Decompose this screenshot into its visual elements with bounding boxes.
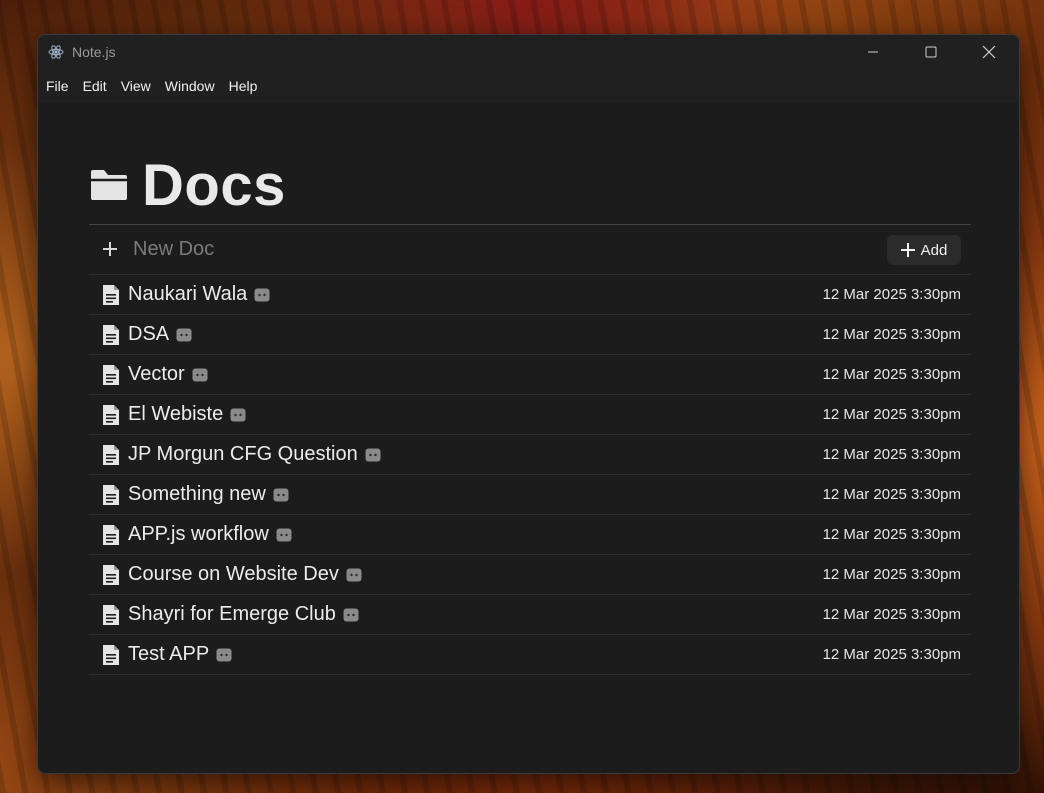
doc-name: Shayri for Emerge Club	[128, 603, 359, 626]
doc-name: Something new	[128, 483, 289, 506]
minimize-button[interactable]	[844, 35, 902, 69]
electron-app-icon	[48, 45, 64, 59]
doc-name: Course on Website Dev	[128, 563, 362, 586]
doc-name: El Webiste	[128, 403, 246, 426]
doc-name: APP.js workflow	[128, 523, 292, 546]
maximize-icon	[925, 46, 937, 58]
chat-bubble-icon[interactable]	[273, 488, 289, 502]
doc-row[interactable]: DSA 12 Mar 2025 3:30pm	[89, 315, 971, 355]
app-window: Note.js File Edit View Window Help Docs	[37, 34, 1020, 774]
chat-bubble-icon[interactable]	[230, 408, 246, 422]
doc-row[interactable]: Something new 12 Mar 2025 3:30pm	[89, 475, 971, 515]
menu-window[interactable]: Window	[158, 69, 222, 103]
document-icon	[103, 645, 119, 665]
doc-row[interactable]: APP.js workflow 12 Mar 2025 3:30pm	[89, 515, 971, 555]
document-icon	[103, 325, 119, 345]
doc-title: Shayri for Emerge Club	[128, 603, 336, 625]
doc-row[interactable]: Shayri for Emerge Club 12 Mar 2025 3:30p…	[89, 595, 971, 635]
doc-row[interactable]: Naukari Wala 12 Mar 2025 3:30pm	[89, 275, 971, 315]
doc-title: Course on Website Dev	[128, 563, 339, 585]
new-doc-row: Add	[89, 225, 971, 275]
add-button[interactable]: Add	[887, 235, 961, 265]
document-icon	[103, 485, 119, 505]
add-button-label: Add	[920, 241, 948, 259]
doc-title: El Webiste	[128, 403, 224, 425]
menu-bar: File Edit View Window Help	[38, 69, 1019, 103]
doc-date: 12 Mar 2025 3:30pm	[822, 646, 961, 663]
doc-row[interactable]: Vector 12 Mar 2025 3:30pm	[89, 355, 971, 395]
doc-name: JP Morgun CFG Question	[128, 443, 381, 466]
add-plus-icon	[900, 243, 915, 257]
doc-title: Vector	[128, 363, 185, 385]
doc-name: Test APP	[128, 643, 232, 666]
doc-title: JP Morgun CFG Question	[128, 443, 358, 465]
menu-edit[interactable]: Edit	[76, 69, 114, 103]
document-icon	[103, 405, 119, 425]
doc-date: 12 Mar 2025 3:30pm	[822, 606, 961, 623]
doc-date: 12 Mar 2025 3:30pm	[822, 526, 961, 543]
close-button[interactable]	[960, 35, 1018, 69]
doc-title: Test APP	[128, 643, 210, 665]
chat-bubble-icon[interactable]	[254, 288, 270, 302]
page-title: Docs	[142, 152, 286, 218]
title-bar[interactable]: Note.js	[38, 35, 1019, 69]
doc-date: 12 Mar 2025 3:30pm	[822, 486, 961, 503]
doc-title: APP.js workflow	[128, 523, 269, 545]
document-icon	[103, 605, 119, 625]
doc-date: 12 Mar 2025 3:30pm	[822, 406, 961, 423]
menu-help[interactable]: Help	[222, 69, 265, 103]
page-header: Docs	[89, 153, 286, 218]
doc-row[interactable]: Course on Website Dev 12 Mar 2025 3:30pm	[89, 555, 971, 595]
document-icon	[103, 565, 119, 585]
doc-date: 12 Mar 2025 3:30pm	[822, 446, 961, 463]
chat-bubble-icon[interactable]	[365, 448, 381, 462]
document-icon	[103, 445, 119, 465]
plus-icon	[103, 242, 117, 256]
doc-row[interactable]: Test APP 12 Mar 2025 3:30pm	[89, 635, 971, 675]
doc-name: Vector	[128, 363, 208, 386]
chat-bubble-icon[interactable]	[276, 528, 292, 542]
doc-name: DSA	[128, 323, 192, 346]
doc-date: 12 Mar 2025 3:30pm	[822, 286, 961, 303]
new-doc-input[interactable]	[133, 236, 733, 262]
chat-bubble-icon[interactable]	[216, 648, 232, 662]
doc-date: 12 Mar 2025 3:30pm	[822, 326, 961, 343]
doc-row[interactable]: JP Morgun CFG Question 12 Mar 2025 3:30p…	[89, 435, 971, 475]
folder-icon	[91, 170, 127, 200]
window-title: Note.js	[72, 44, 116, 60]
close-icon	[982, 45, 996, 59]
doc-title: DSA	[128, 323, 170, 345]
menu-view[interactable]: View	[114, 69, 158, 103]
document-icon	[103, 525, 119, 545]
doc-list: Naukari Wala 12 Mar 2025 3:30pm DSA 12 M…	[89, 275, 971, 675]
doc-date: 12 Mar 2025 3:30pm	[822, 566, 961, 583]
doc-title: Naukari Wala	[128, 283, 248, 305]
chat-bubble-icon[interactable]	[176, 328, 192, 342]
maximize-button[interactable]	[902, 35, 960, 69]
doc-date: 12 Mar 2025 3:30pm	[822, 366, 961, 383]
document-icon	[103, 285, 119, 305]
document-icon	[103, 365, 119, 385]
chat-bubble-icon[interactable]	[346, 568, 362, 582]
doc-row[interactable]: El Webiste 12 Mar 2025 3:30pm	[89, 395, 971, 435]
doc-title: Something new	[128, 483, 266, 505]
menu-file[interactable]: File	[38, 69, 76, 103]
chat-bubble-icon[interactable]	[343, 608, 359, 622]
minimize-icon	[868, 51, 878, 53]
doc-name: Naukari Wala	[128, 283, 270, 306]
chat-bubble-icon[interactable]	[192, 368, 208, 382]
